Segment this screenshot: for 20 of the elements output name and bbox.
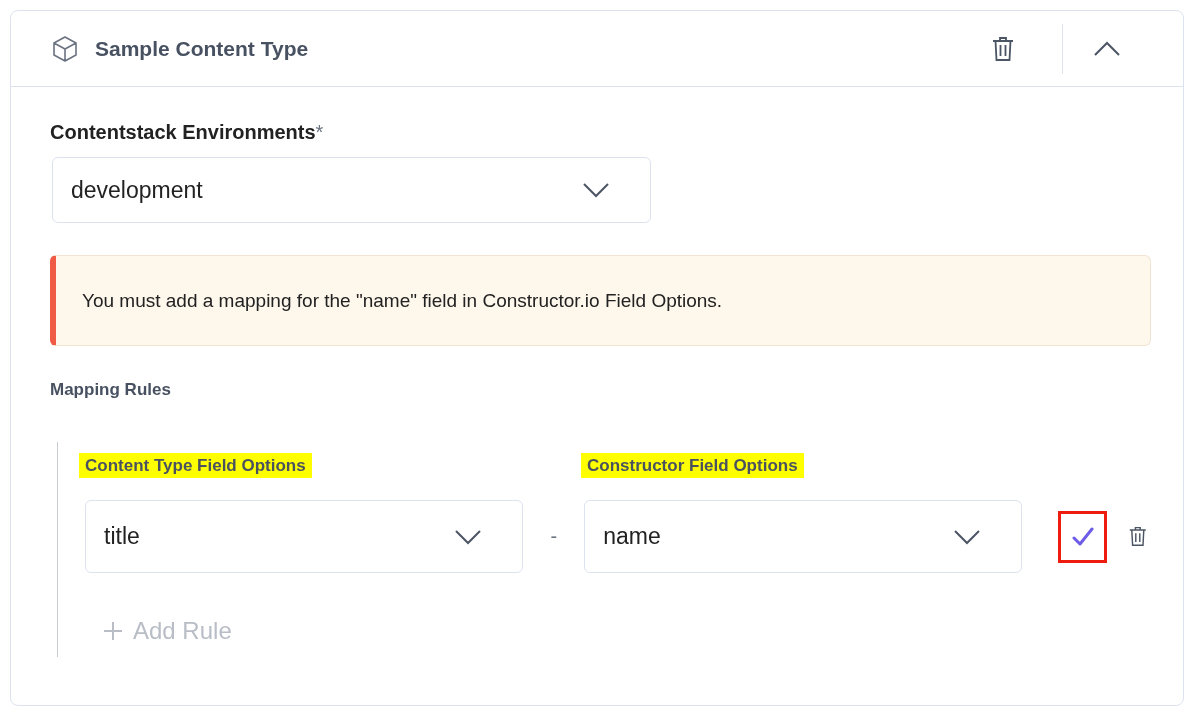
trash-icon bbox=[1129, 526, 1147, 547]
chevron-up-icon bbox=[1093, 40, 1121, 57]
confirm-button[interactable] bbox=[1058, 510, 1108, 563]
chevron-down-icon bbox=[582, 182, 610, 198]
field-label: Contentstack Environments* bbox=[50, 121, 325, 144]
trash-icon bbox=[992, 35, 1014, 62]
field-select[interactable]: name bbox=[584, 500, 1023, 573]
panel-title: Sample Content Type bbox=[95, 36, 310, 61]
environment-select[interactable]: development bbox=[52, 157, 651, 223]
chevron-down-icon bbox=[953, 528, 982, 545]
check-icon bbox=[1071, 526, 1094, 547]
separator-text: - bbox=[549, 525, 559, 548]
plus-icon bbox=[103, 621, 123, 641]
section-title: Mapping Rules bbox=[50, 380, 172, 400]
column-label: Constructor Field Options bbox=[581, 453, 804, 478]
chevron-down-icon bbox=[454, 528, 483, 545]
column-label: Content Type Field Options bbox=[79, 453, 312, 478]
field-select[interactable]: title bbox=[85, 500, 524, 573]
alert-message: You must add a mapping for the "name" field in Constructor.io Field Options. bbox=[82, 289, 723, 312]
cube-icon bbox=[51, 34, 79, 63]
